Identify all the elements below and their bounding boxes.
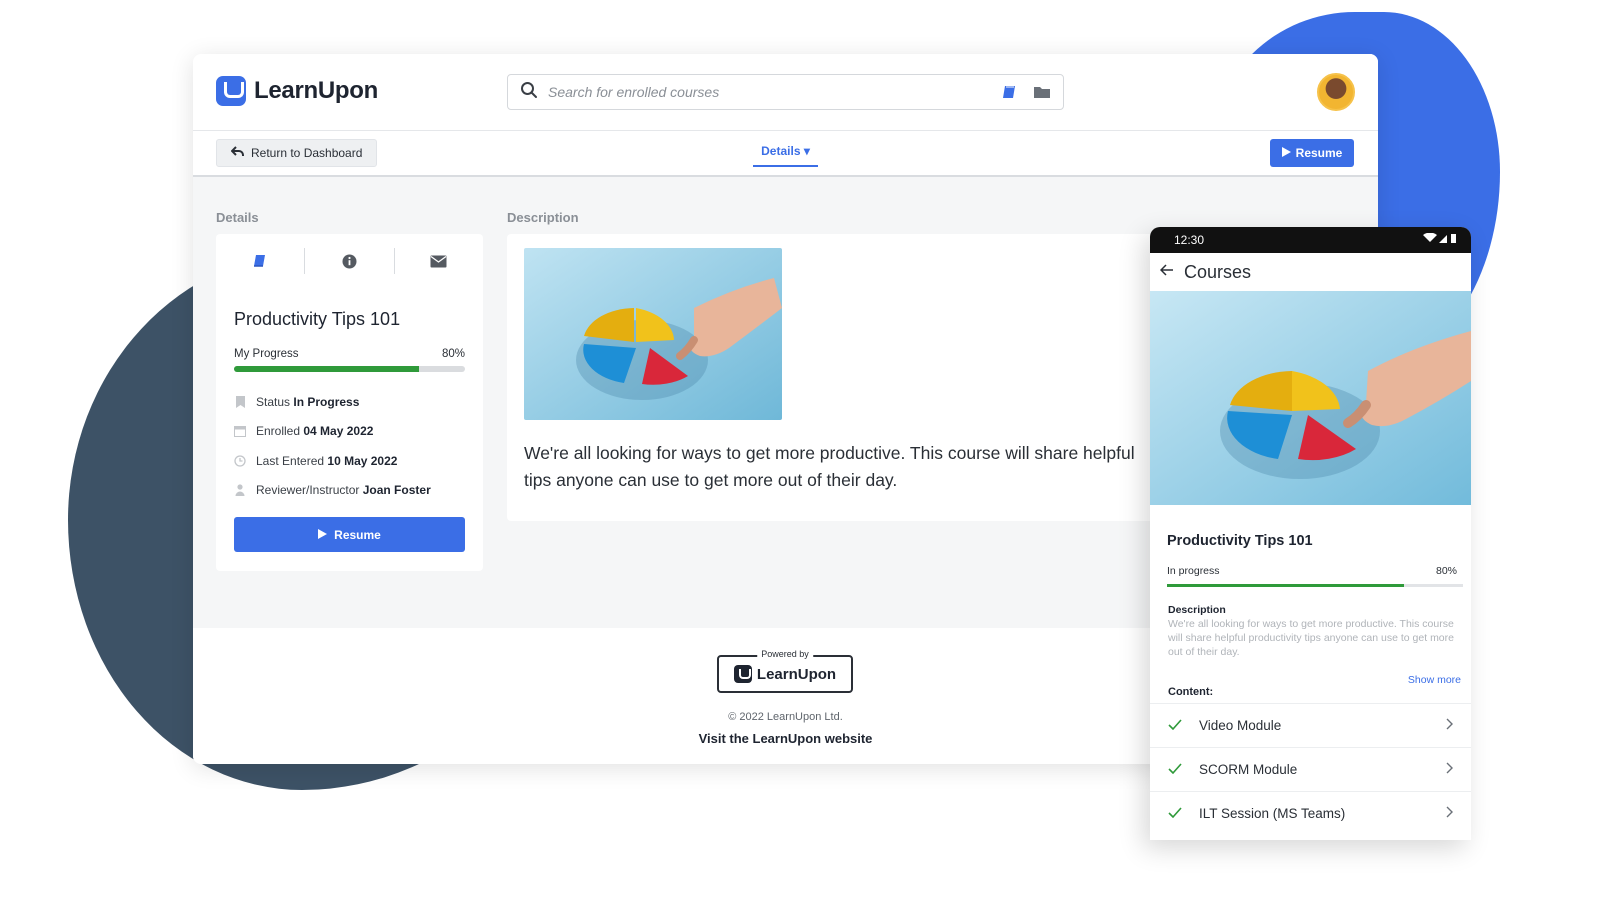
phone-description-text: We're all looking for ways to get more p… — [1168, 618, 1454, 658]
phone-progress-bar-fill — [1167, 584, 1404, 587]
list-item[interactable]: Video Module — [1150, 703, 1471, 747]
phone-progress-bar — [1167, 584, 1463, 587]
resume-button-top[interactable]: Resume — [1270, 139, 1354, 167]
progress-percent: 80% — [441, 348, 465, 360]
show-more-link[interactable]: Show more — [1408, 674, 1461, 686]
marketing-canvas: LearnUpon Return to D — [0, 0, 1600, 900]
logo-mark-icon — [216, 76, 246, 106]
meta-last-entered-text: Last Entered 10 May 2022 — [256, 454, 398, 468]
list-item[interactable]: ILT Session (MS Teams) — [1150, 791, 1471, 835]
search-input[interactable] — [548, 84, 987, 100]
top-navbar: LearnUpon — [193, 54, 1378, 131]
list-item[interactable]: SCORM Module — [1150, 747, 1471, 791]
search-icon[interactable] — [520, 81, 538, 104]
content-item-label: Video Module — [1199, 718, 1282, 733]
tab-details[interactable]: Details ▾ — [753, 144, 818, 167]
clock-icon — [234, 455, 246, 467]
powered-by-brand: LearnUpon — [756, 665, 837, 683]
resume-label: Resume — [1295, 146, 1343, 160]
envelope-icon[interactable] — [395, 248, 483, 274]
play-icon — [318, 528, 328, 542]
course-cover-image — [524, 248, 782, 420]
mobile-app-preview: 12:30 Courses Productivity Tips 101 In p… — [1150, 227, 1471, 840]
bookmark-icon — [234, 396, 246, 408]
details-tab-icons — [216, 248, 483, 274]
return-to-dashboard-label: Return to Dashboard — [251, 146, 363, 160]
brand-name: LearnUpon — [254, 77, 378, 104]
status-time: 12:30 — [1174, 233, 1205, 247]
content-item-label: SCORM Module — [1199, 762, 1298, 777]
description-section-label: Description — [507, 210, 579, 225]
details-section-label: Details — [216, 210, 259, 225]
user-avatar[interactable] — [1317, 73, 1355, 111]
course-title: Productivity Tips 101 — [234, 309, 401, 329]
signal-battery-icon — [1423, 232, 1457, 247]
course-toolbar: Return to Dashboard Details ▾ Resume — [193, 131, 1378, 177]
brand-logo[interactable]: LearnUpon — [216, 76, 378, 106]
calendar-icon — [234, 425, 246, 437]
phone-header-title: Courses — [1184, 261, 1252, 282]
progress-label: My Progress — [234, 348, 299, 360]
phone-content-heading: Content: — [1168, 686, 1214, 698]
phone-progress-percent: 80% — [1435, 565, 1457, 577]
back-arrow-icon[interactable] — [1159, 263, 1174, 281]
progress-bar-fill — [234, 366, 419, 372]
return-to-dashboard-button[interactable]: Return to Dashboard — [216, 139, 378, 167]
info-icon[interactable] — [305, 248, 395, 274]
play-icon — [1281, 146, 1291, 160]
course-description-card: We're all looking for ways to get more p… — [507, 234, 1167, 521]
folder-icon[interactable] — [1033, 84, 1051, 100]
meta-last-entered: Last Entered 10 May 2022 — [234, 454, 397, 468]
chevron-right-icon — [1446, 761, 1453, 779]
resume-label: Resume — [334, 527, 381, 542]
progress-bar — [234, 366, 465, 372]
resume-button[interactable]: Resume — [234, 517, 465, 552]
meta-enrolled: Enrolled 04 May 2022 — [234, 424, 373, 438]
chevron-right-icon — [1446, 805, 1453, 823]
phone-status-bar: 12:30 — [1150, 227, 1471, 253]
check-icon — [1168, 761, 1182, 779]
meta-enrolled-text: Enrolled 04 May 2022 — [256, 424, 374, 438]
phone-description-heading: Description — [1168, 604, 1226, 616]
book-icon[interactable] — [1001, 83, 1019, 101]
meta-status-text: Status In Progress — [256, 395, 360, 409]
meta-instructor: Reviewer/Instructor Joan Foster — [234, 483, 431, 497]
check-icon — [1168, 805, 1182, 823]
phone-content-list: Video Module SCORM Module ILT Session (M… — [1150, 703, 1471, 835]
meta-instructor-text: Reviewer/Instructor Joan Foster — [256, 483, 431, 497]
powered-by-badge[interactable]: Powered by LearnUpon — [717, 649, 853, 693]
person-icon — [234, 484, 246, 496]
logo-mark-icon — [733, 665, 752, 683]
course-search-bar — [507, 74, 1064, 110]
return-arrow-icon — [230, 146, 244, 160]
course-description-text: We're all looking for ways to get more p… — [524, 443, 1135, 490]
chevron-right-icon — [1446, 717, 1453, 735]
phone-progress-label: In progress — [1167, 565, 1220, 577]
phone-course-title: Productivity Tips 101 — [1167, 533, 1313, 549]
content-item-label: ILT Session (MS Teams) — [1199, 806, 1346, 821]
phone-app-header: Courses — [1150, 253, 1471, 291]
phone-course-image — [1150, 291, 1471, 505]
book-icon[interactable] — [216, 248, 306, 274]
check-icon — [1168, 717, 1182, 735]
powered-by-label: Powered by — [757, 649, 813, 659]
course-details-card: Productivity Tips 101 My Progress 80% St… — [216, 234, 483, 571]
meta-status: Status In Progress — [234, 395, 359, 409]
